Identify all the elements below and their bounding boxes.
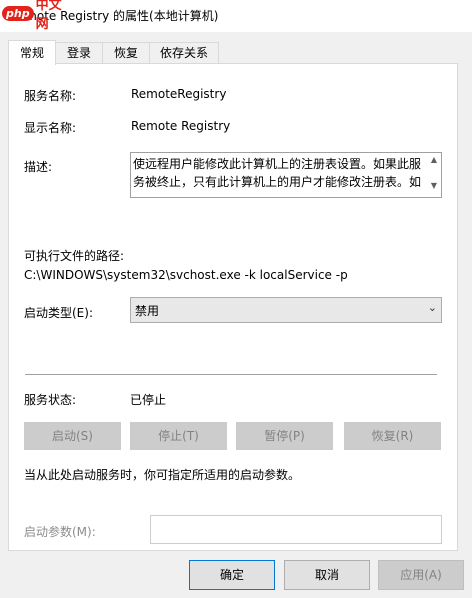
scroll-up-icon[interactable]: ▲ xyxy=(427,155,441,164)
startup-type-label: 启动类型(E): xyxy=(24,306,93,320)
general-panel: 服务名称: RemoteRegistry 显示名称: Remote Regist… xyxy=(8,63,458,551)
service-name-label: 服务名称: xyxy=(24,89,77,103)
startup-type-select[interactable]: 禁用 ⌄ xyxy=(130,297,442,323)
display-name-value: Remote Registry xyxy=(131,119,231,133)
startup-type-value: 禁用 xyxy=(135,304,160,318)
watermark: php 中文网 xyxy=(0,0,62,32)
tab-general[interactable]: 常规 xyxy=(8,40,56,65)
properties-dialog: 常规 登录 恢复 依存关系 服务名称: RemoteRegistry 显示名称:… xyxy=(0,32,472,598)
tab-logon[interactable]: 登录 xyxy=(55,42,103,64)
stop-button[interactable]: 停止(T) xyxy=(130,422,227,450)
tab-dependencies[interactable]: 依存关系 xyxy=(149,42,219,64)
exe-path-value: C:\WINDOWS\system32\svchost.exe -k local… xyxy=(24,268,348,282)
title-bar: Remote Registry 的属性(本地计算机) php 中文网 xyxy=(0,0,472,32)
watermark-logo: php xyxy=(2,5,34,21)
description-label: 描述: xyxy=(24,160,53,174)
ok-button[interactable]: 确定 xyxy=(189,560,275,590)
apply-button[interactable]: 应用(A) xyxy=(378,560,464,590)
start-params-label: 启动参数(M): xyxy=(24,525,96,539)
chevron-down-icon: ⌄ xyxy=(427,301,437,314)
watermark-text: 中文网 xyxy=(35,0,62,32)
description-text: 使远程用户能修改此计算机上的注册表设置。如果此服务被终止，只有此计算机上的用户才… xyxy=(133,157,422,189)
display-name-label: 显示名称: xyxy=(24,121,77,135)
cancel-button[interactable]: 取消 xyxy=(284,560,370,590)
divider xyxy=(25,374,437,375)
exe-path-label: 可执行文件的路径: xyxy=(24,249,125,263)
scroll-down-icon[interactable]: ▼ xyxy=(427,181,441,190)
pause-button[interactable]: 暂停(P) xyxy=(236,422,333,450)
service-status-label: 服务状态: xyxy=(24,393,77,407)
resume-button[interactable]: 恢复(R) xyxy=(344,422,441,450)
description-scrollbar[interactable]: ▲ ▼ xyxy=(427,153,441,197)
tab-recovery[interactable]: 恢复 xyxy=(102,42,150,64)
service-name-value: RemoteRegistry xyxy=(131,87,227,101)
start-params-hint: 当从此处启动服务时，你可指定所适用的启动参数。 xyxy=(24,468,301,482)
service-status-value: 已停止 xyxy=(130,393,167,407)
start-params-input[interactable] xyxy=(150,515,442,544)
start-button[interactable]: 启动(S) xyxy=(24,422,121,450)
description-box[interactable]: 使远程用户能修改此计算机上的注册表设置。如果此服务被终止，只有此计算机上的用户才… xyxy=(130,152,442,198)
